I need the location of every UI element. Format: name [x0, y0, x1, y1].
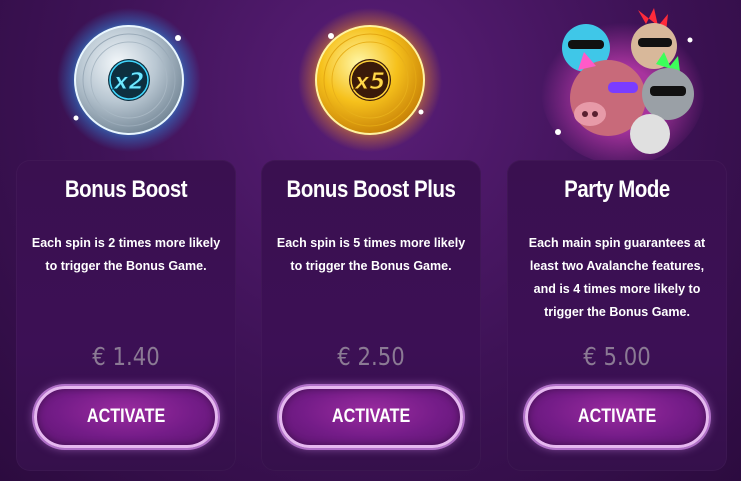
badge-x2-text: x2: [113, 69, 145, 95]
card-description: Each spin is 5 times more likely to trig…: [276, 236, 466, 273]
offer-card-bonus-boost-plus: Bonus Boost Plus Each spin is 5 times mo…: [261, 160, 481, 471]
activate-button-party-mode[interactable]: ACTIVATE: [525, 386, 709, 448]
card-price: € 2.50: [337, 342, 405, 371]
card-title: Bonus Boost: [64, 176, 188, 203]
activate-button-label: ACTIVATE: [331, 406, 411, 427]
gold-x5-record-icon: x5: [298, 8, 442, 152]
offer-card-party-mode: Party Mode Each main spin guarantees at …: [507, 160, 727, 471]
silver-x2-record-icon: x2: [57, 8, 201, 152]
party-animals-icon: [541, 8, 705, 165]
card-price: € 1.40: [92, 342, 160, 371]
badge-x5-text: x5: [354, 69, 386, 95]
card-title: Party Mode: [564, 176, 670, 203]
card-price: € 5.00: [583, 342, 651, 371]
card-description: Each spin is 2 times more likely to trig…: [31, 236, 221, 273]
activate-button-label: ACTIVATE: [86, 406, 166, 427]
card-description: Each main spin guarantees at least two A…: [528, 236, 706, 319]
activate-button-label: ACTIVATE: [577, 406, 657, 427]
offer-card-bonus-boost: Bonus Boost Each spin is 2 times more li…: [16, 160, 236, 471]
card-title: Bonus Boost Plus: [286, 176, 456, 203]
activate-button-bonus-boost[interactable]: ACTIVATE: [34, 386, 218, 448]
activate-button-bonus-boost-plus[interactable]: ACTIVATE: [279, 386, 463, 448]
